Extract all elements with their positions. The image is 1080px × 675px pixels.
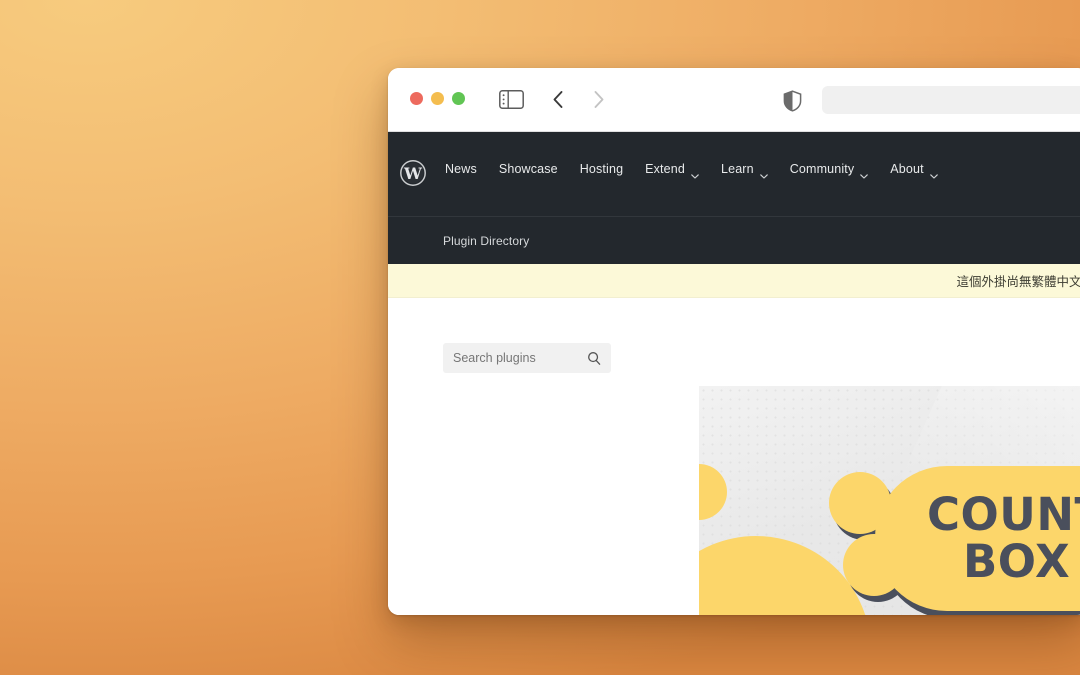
- nav-item-extend[interactable]: Extend: [645, 162, 699, 179]
- nav-item-news[interactable]: News: [445, 162, 477, 176]
- nav-item-hosting[interactable]: Hosting: [580, 162, 623, 176]
- search-icon[interactable]: [587, 351, 601, 365]
- search-placeholder: Search plugins: [453, 351, 536, 365]
- banner-title-line-2: BOX: [963, 534, 1071, 588]
- minimize-window-button[interactable]: [431, 92, 444, 105]
- breadcrumb[interactable]: Plugin Directory: [443, 234, 529, 248]
- nav-item-about[interactable]: About: [890, 162, 938, 179]
- window-controls: [410, 92, 465, 105]
- badge-text-group: COUNT BOX: [875, 466, 1080, 611]
- nav-item-community[interactable]: Community: [789, 162, 869, 179]
- browser-toolbar: [388, 68, 1080, 132]
- wordpress-nav-list: News Showcase Hosting Extend Learn Commu…: [445, 162, 938, 179]
- nav-item-label: Learn: [721, 162, 754, 176]
- chevron-down-icon: [860, 168, 869, 179]
- nav-item-label: Community: [789, 162, 855, 176]
- page-content: Search plugins COUN BOX: [388, 298, 1080, 615]
- back-button[interactable]: [548, 88, 568, 111]
- plugin-directory-subnav: Plugin Directory: [388, 216, 1080, 264]
- navigation-arrows: [548, 88, 609, 111]
- close-window-button[interactable]: [410, 92, 423, 105]
- nav-item-showcase[interactable]: Showcase: [499, 162, 558, 176]
- banner-title-line-1: COUNT: [927, 487, 1080, 541]
- translation-notice-bar: 這個外掛尚無繁體中文本: [388, 264, 1080, 298]
- forward-button[interactable]: [589, 88, 609, 111]
- search-plugins-field[interactable]: Search plugins: [443, 343, 611, 373]
- nav-item-label: Hosting: [579, 162, 624, 176]
- nav-item-label: Showcase: [498, 162, 558, 176]
- chevron-down-icon: [929, 168, 938, 179]
- maximize-window-button[interactable]: [452, 92, 465, 105]
- chevron-down-icon: [691, 168, 699, 179]
- wordpress-logo-icon[interactable]: W: [400, 160, 426, 186]
- shield-icon[interactable]: [783, 90, 802, 112]
- chevron-down-icon: [759, 168, 768, 179]
- address-bar[interactable]: [822, 86, 1080, 114]
- nav-item-label: About: [890, 162, 924, 176]
- svg-text:W: W: [403, 164, 423, 183]
- nav-item-label: News: [445, 162, 477, 176]
- nav-item-label: Extend: [645, 162, 685, 176]
- desktop-wallpaper: W News Showcase Hosting Extend Learn Com…: [0, 0, 1080, 675]
- browser-window: W News Showcase Hosting Extend Learn Com…: [388, 68, 1080, 615]
- page-viewport: W News Showcase Hosting Extend Learn Com…: [388, 132, 1080, 615]
- plugin-header-banner: COUNT BOX: [699, 386, 1080, 615]
- wordpress-global-nav: W News Showcase Hosting Extend Learn Com…: [388, 132, 1080, 216]
- notice-text: 這個外掛尚無繁體中文本: [956, 274, 1080, 289]
- nav-item-learn[interactable]: Learn: [721, 162, 768, 179]
- banner-badge: COUNT BOX: [829, 466, 1080, 615]
- sidebar-toggle-button[interactable]: [499, 90, 524, 109]
